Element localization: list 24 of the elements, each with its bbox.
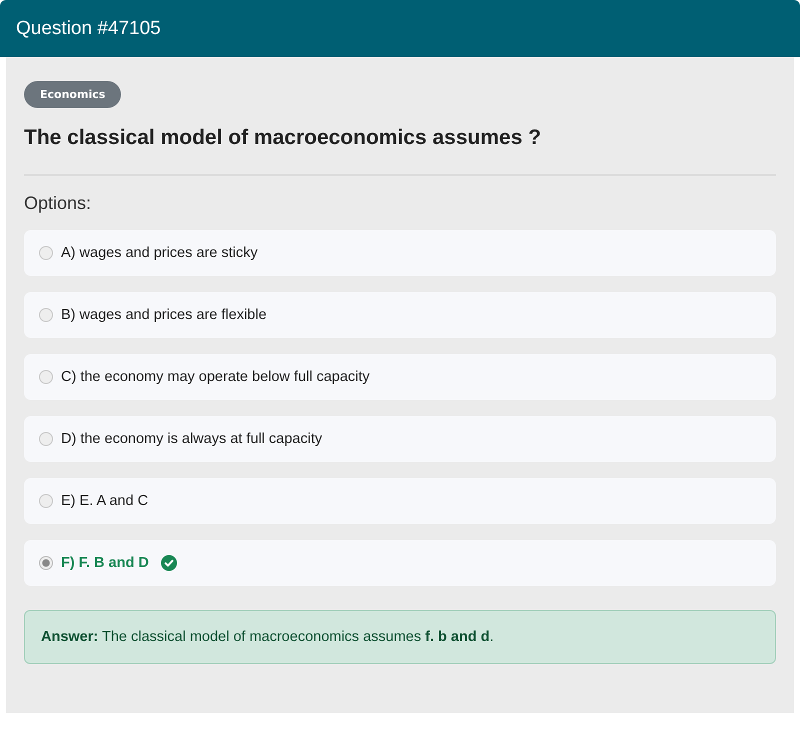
question-text: The classical model of macroeconomics assumes ? bbox=[24, 126, 542, 150]
option-row[interactable]: C) the economy may operate below full capacity bbox=[24, 354, 776, 400]
radio-button[interactable] bbox=[39, 308, 53, 322]
option-row[interactable]: E) E. A and C bbox=[24, 478, 776, 524]
radio-button[interactable] bbox=[39, 246, 53, 260]
radio-button[interactable] bbox=[39, 556, 53, 570]
option-label: D) the economy is always at full capacity bbox=[61, 431, 322, 447]
option-label: C) the economy may operate below full capacity bbox=[61, 369, 370, 385]
category-badge: Economics bbox=[24, 81, 122, 108]
option-row[interactable]: A) wages and prices are sticky bbox=[24, 230, 776, 276]
options-heading: Options: bbox=[24, 193, 92, 214]
option-label: E) E. A and C bbox=[61, 493, 148, 509]
answer-text: Answer: The classical model of macroeconomics assumes f. b and d. bbox=[41, 629, 495, 645]
radio-button[interactable] bbox=[39, 494, 53, 508]
question-title: Question #47105 bbox=[16, 18, 161, 40]
radio-button[interactable] bbox=[39, 432, 53, 446]
option-row[interactable]: B) wages and prices are flexible bbox=[24, 292, 776, 338]
option-label: B) wages and prices are flexible bbox=[61, 307, 267, 323]
option-row[interactable]: D) the economy is always at full capacity bbox=[24, 416, 776, 462]
radio-button[interactable] bbox=[39, 370, 53, 384]
option-label: A) wages and prices are sticky bbox=[61, 245, 258, 261]
check-circle-icon bbox=[160, 555, 177, 571]
option-row[interactable]: F) F. B and D bbox=[24, 540, 776, 586]
option-label: F) F. B and D bbox=[61, 555, 149, 571]
